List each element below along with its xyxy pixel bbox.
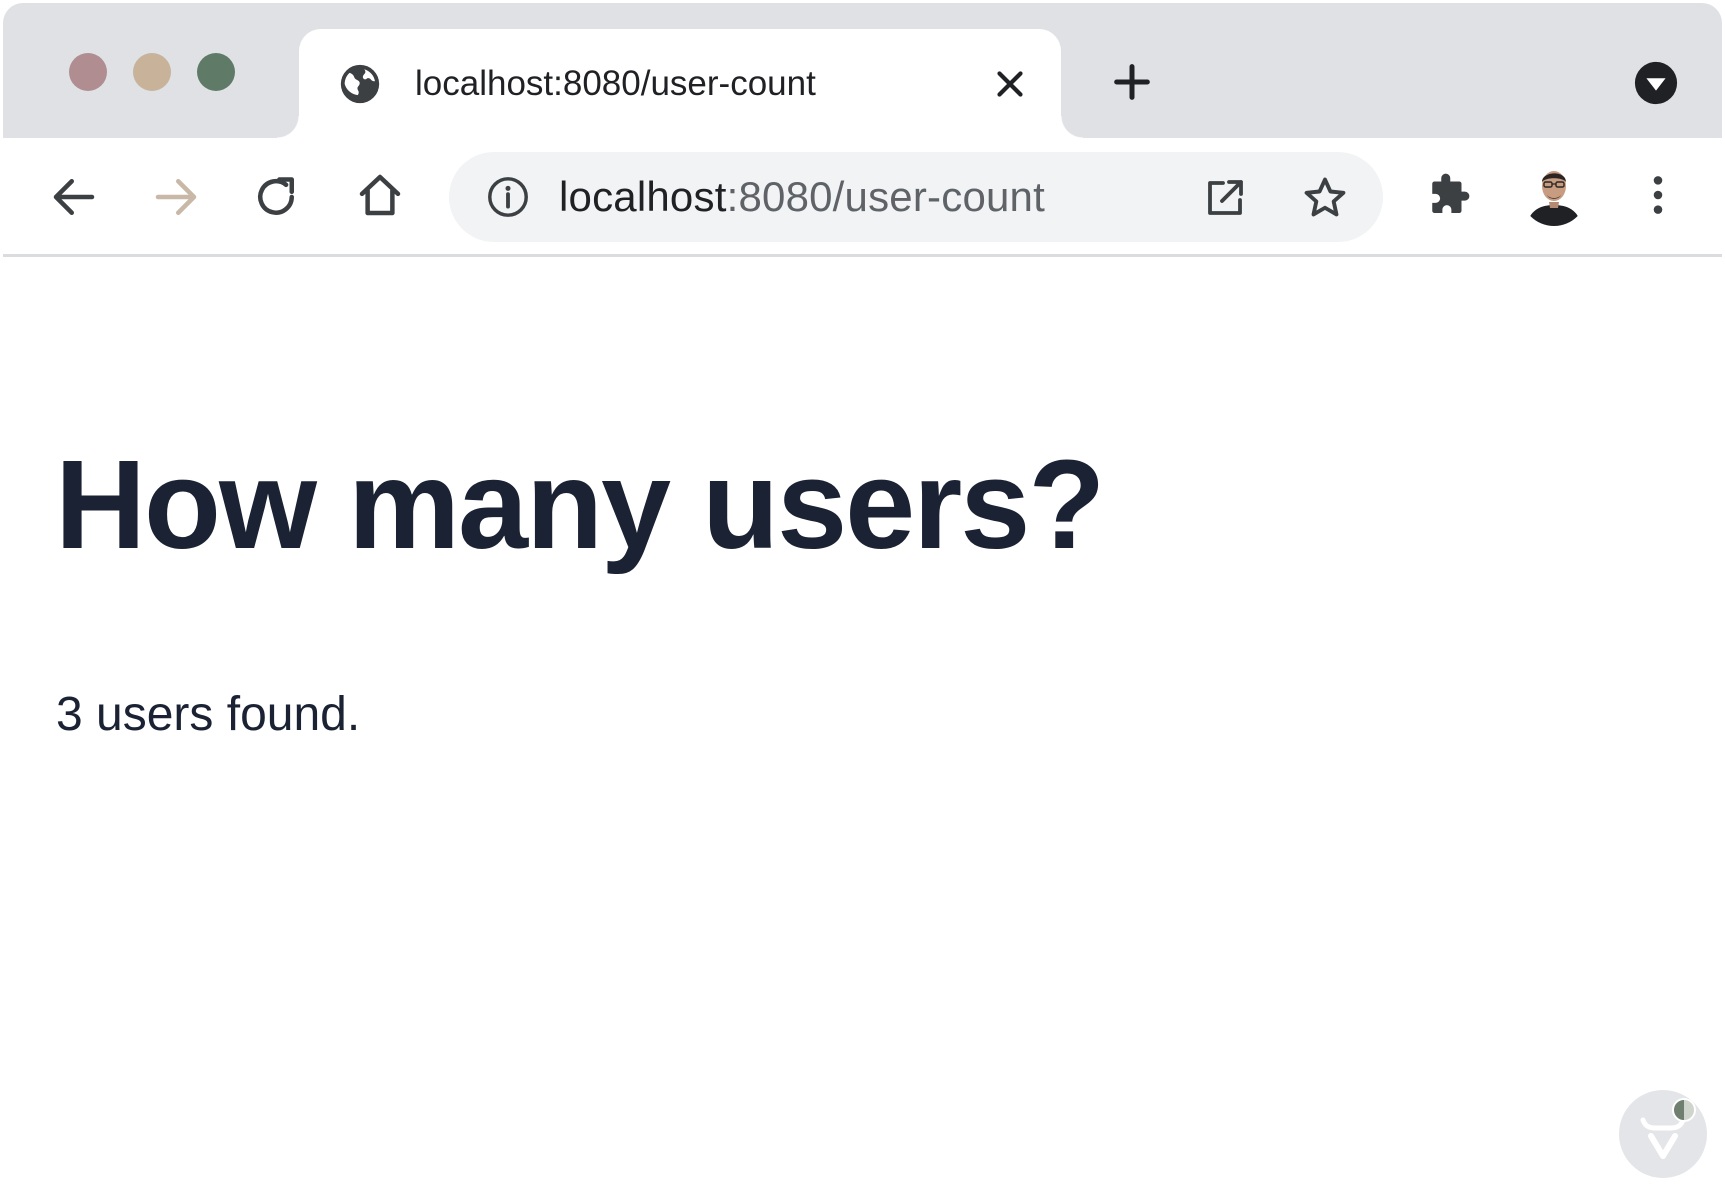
plus-icon[interactable] [1109,59,1155,105]
window-minimize-button[interactable] [133,53,171,91]
dev-tools-status-dot [1672,1098,1696,1122]
tab-search-chevron-icon[interactable] [1633,60,1679,106]
user-count-text: 3 users found. [56,688,361,741]
tab-strip: localhost:8080/user-count [3,3,1722,138]
window-close-button[interactable] [69,53,107,91]
close-icon[interactable] [989,63,1031,105]
tab-user-count[interactable]: localhost:8080/user-count [277,29,1083,138]
open-in-new-icon[interactable] [1201,174,1249,222]
browser-window: localhost:8080/user-count localhost:8080… [3,3,1722,1195]
url-host: localhost [559,173,727,220]
arrow-right-icon[interactable] [149,170,203,224]
star-icon[interactable] [1299,172,1351,224]
window-maximize-button[interactable] [197,53,235,91]
url-path: :8080/user-count [726,173,1045,220]
page-content: How many users? 3 users found. [3,257,1722,1195]
browser-toolbar: localhost:8080/user-count [3,138,1722,257]
tab-title: localhost:8080/user-count [415,64,816,103]
page-title: How many users? [55,434,1105,575]
home-icon[interactable] [353,168,407,222]
puzzle-icon[interactable] [1421,168,1475,222]
avatar-icon [1521,160,1587,226]
url-text[interactable]: localhost:8080/user-count [559,172,1045,222]
reload-icon[interactable] [249,170,303,224]
profile-avatar[interactable] [1521,160,1587,226]
globe-icon [340,64,380,104]
address-bar[interactable]: localhost:8080/user-count [449,152,1383,242]
kebab-menu-icon[interactable] [1631,168,1685,222]
info-icon[interactable] [485,174,531,220]
arrow-left-icon[interactable] [47,170,101,224]
